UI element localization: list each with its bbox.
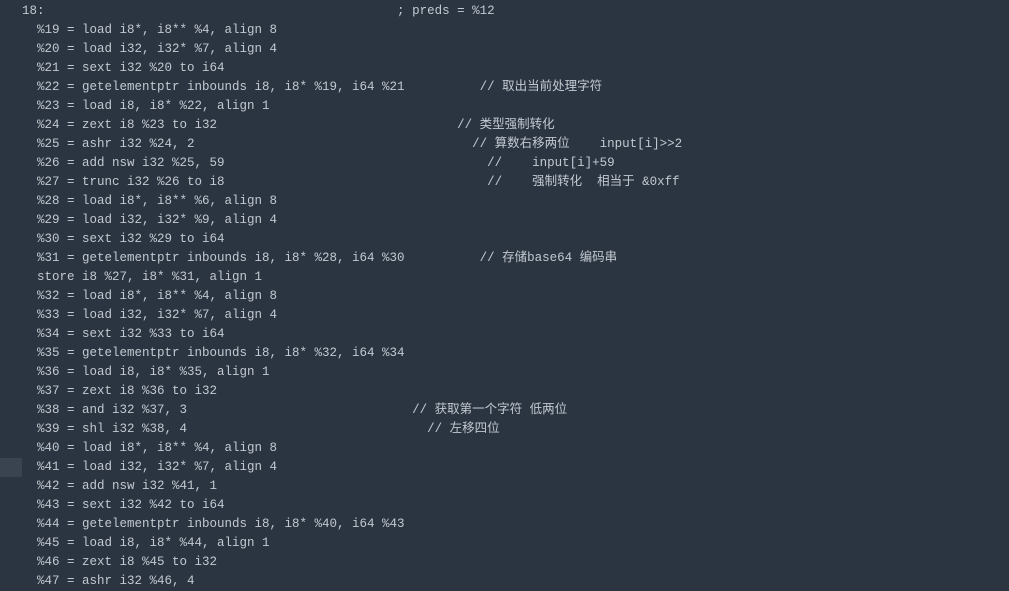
gutter-line <box>0 420 22 439</box>
gutter-line <box>0 363 22 382</box>
gutter-line <box>0 78 22 97</box>
code-area: 18: ; preds = %12 %19 = load i8*, i8** %… <box>22 2 1009 591</box>
gutter-line <box>0 192 22 211</box>
code-line: %27 = trunc i32 %26 to i8 // 强制转化 相当于 &0… <box>22 173 1009 192</box>
gutter-line <box>0 515 22 534</box>
code-line: %21 = sext i32 %20 to i64 <box>22 59 1009 78</box>
gutter-line <box>0 249 22 268</box>
code-line: %42 = add nsw i32 %41, 1 <box>22 477 1009 496</box>
code-line: %36 = load i8, i8* %35, align 1 <box>22 363 1009 382</box>
code-line: %46 = zext i8 %45 to i32 <box>22 553 1009 572</box>
code-line: %40 = load i8*, i8** %4, align 8 <box>22 439 1009 458</box>
gutter-line <box>0 211 22 230</box>
gutter-line <box>0 439 22 458</box>
gutter-line <box>0 401 22 420</box>
code-line: %43 = sext i32 %42 to i64 <box>22 496 1009 515</box>
gutter-line <box>0 268 22 287</box>
code-line: %24 = zext i8 %23 to i32 // 类型强制转化 <box>22 116 1009 135</box>
code-line: %26 = add nsw i32 %25, 59 // input[i]+59 <box>22 154 1009 173</box>
code-editor: 18: ; preds = %12 %19 = load i8*, i8** %… <box>0 0 1009 591</box>
code-line: store i8 %27, i8* %31, align 1 <box>22 268 1009 287</box>
code-line: %20 = load i32, i32* %7, align 4 <box>22 40 1009 59</box>
code-line: %41 = load i32, i32* %7, align 4 <box>22 458 1009 477</box>
gutter-line <box>0 477 22 496</box>
gutter-line <box>0 40 22 59</box>
gutter-line <box>0 230 22 249</box>
gutter-line <box>0 59 22 78</box>
code-line: %44 = getelementptr inbounds i8, i8* %40… <box>22 515 1009 534</box>
gutter-line <box>0 344 22 363</box>
code-line: %37 = zext i8 %36 to i32 <box>22 382 1009 401</box>
gutter-line <box>0 306 22 325</box>
code-line: %29 = load i32, i32* %9, align 4 <box>22 211 1009 230</box>
gutter-line <box>0 325 22 344</box>
gutter-line <box>0 173 22 192</box>
code-line: %30 = sext i32 %29 to i64 <box>22 230 1009 249</box>
code-line: %33 = load i32, i32* %7, align 4 <box>22 306 1009 325</box>
code-line: 18: ; preds = %12 <box>22 2 1009 21</box>
code-line: %45 = load i8, i8* %44, align 1 <box>22 534 1009 553</box>
code-line: %39 = shl i32 %38, 4 // 左移四位 <box>22 420 1009 439</box>
gutter-line <box>0 496 22 515</box>
code-line: %35 = getelementptr inbounds i8, i8* %32… <box>22 344 1009 363</box>
gutter <box>0 2 22 591</box>
gutter-line <box>0 287 22 306</box>
gutter-line <box>0 458 22 477</box>
code-line: %32 = load i8*, i8** %4, align 8 <box>22 287 1009 306</box>
gutter-line <box>0 382 22 401</box>
gutter-line <box>0 534 22 553</box>
gutter-line <box>0 97 22 116</box>
gutter-line <box>0 553 22 572</box>
code-line: %34 = sext i32 %33 to i64 <box>22 325 1009 344</box>
code-line: %23 = load i8, i8* %22, align 1 <box>22 97 1009 116</box>
gutter-line <box>0 135 22 154</box>
code-line: %31 = getelementptr inbounds i8, i8* %28… <box>22 249 1009 268</box>
code-line: %25 = ashr i32 %24, 2 // 算数右移两位 input[i]… <box>22 135 1009 154</box>
gutter-line <box>0 116 22 135</box>
code-line: %28 = load i8*, i8** %6, align 8 <box>22 192 1009 211</box>
code-line: %22 = getelementptr inbounds i8, i8* %19… <box>22 78 1009 97</box>
gutter-line <box>0 2 22 21</box>
gutter-line <box>0 21 22 40</box>
code-line: %38 = and i32 %37, 3 // 获取第一个字符 低两位 <box>22 401 1009 420</box>
gutter-line <box>0 154 22 173</box>
code-line: %19 = load i8*, i8** %4, align 8 <box>22 21 1009 40</box>
